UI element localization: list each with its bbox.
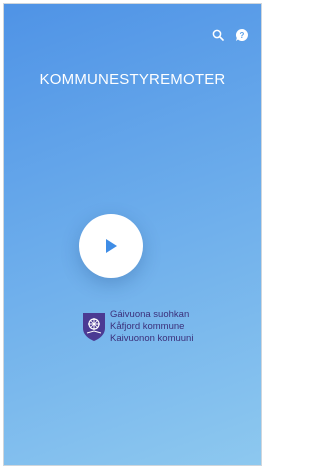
top-toolbar: ? [211, 28, 249, 42]
logo-line-sami: Gáivuona suohkan [110, 309, 190, 320]
search-icon[interactable] [211, 28, 225, 42]
municipality-logo: Gáivuona suohkan Kåfjord kommune Kaivuon… [82, 309, 193, 345]
logo-line-kven: Kaivuonon komuuni [110, 333, 194, 344]
logo-line-norwegian: Kåfjord kommune [110, 321, 185, 332]
svg-text:?: ? [240, 31, 245, 40]
municipality-crest-icon [83, 313, 105, 341]
app-frame: ? KOMMUNESTYREMOTER Gáivuona suohkan Kåf… [3, 3, 262, 466]
play-button[interactable] [79, 214, 143, 278]
page-title: KOMMUNESTYREMOTER [39, 71, 226, 88]
municipality-name: Gáivuona suohkan Kåfjord kommune Kaivuon… [110, 309, 193, 345]
main-screen: ? KOMMUNESTYREMOTER Gáivuona suohkan Kåf… [4, 4, 261, 465]
help-icon[interactable]: ? [235, 28, 249, 42]
play-icon [106, 239, 117, 253]
